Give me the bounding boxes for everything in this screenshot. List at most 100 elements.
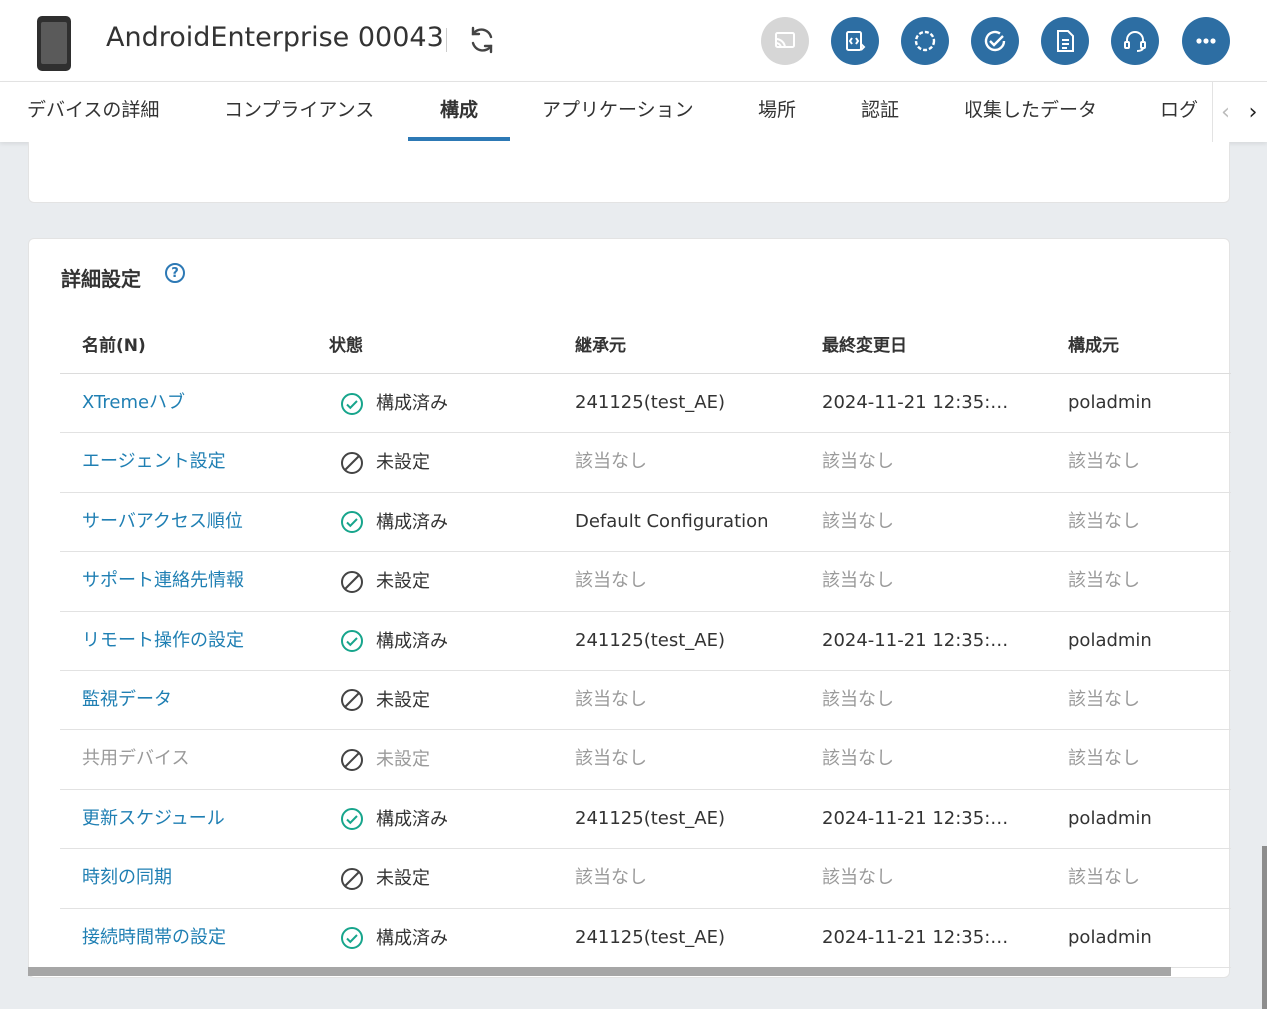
tab-authentication[interactable]: 認証	[861, 82, 899, 142]
not-configured-icon	[341, 748, 363, 771]
status-label: 未設定	[376, 571, 430, 593]
not-configured-icon	[341, 451, 363, 474]
remote-script-button[interactable]	[831, 17, 879, 65]
setting-name-link[interactable]: サーバアクセス順位	[82, 493, 243, 552]
setting-name-link: 共用デバイス	[82, 748, 190, 770]
status-cell: 構成済み	[340, 374, 448, 433]
table-row: サーバアクセス順位 構成済み Default Configuration 該当なし 該当…	[60, 493, 1231, 553]
tab-scroll-left-icon[interactable]: ‹	[1212, 82, 1238, 142]
settings-table: 名前(N) 状態 継承元 最終変更日 構成元 XTremeハブ 構成済み 24112…	[60, 313, 1231, 968]
status-label: 未設定	[376, 749, 430, 771]
tab-device-details[interactable]: デバイスの詳細	[27, 82, 159, 142]
setting-name-link[interactable]: エージェント設定	[82, 433, 226, 492]
configured-by-cell: 該当なし	[1068, 688, 1140, 710]
support-icon	[1124, 31, 1146, 52]
status-cell: 未設定	[340, 849, 430, 908]
vertical-scrollbar[interactable]	[1262, 846, 1267, 1009]
tab-collected-data[interactable]: 収集したデータ	[964, 82, 1097, 142]
setting-name-link[interactable]: 監視データ	[82, 671, 172, 730]
column-header-status[interactable]: 状態	[329, 331, 363, 356]
table-row: 時刻の同期 未設定 該当なし 該当なし 該当なし	[60, 849, 1231, 909]
horizontal-scrollbar[interactable]	[28, 967, 1171, 976]
status-cell: 構成済み	[340, 493, 448, 552]
column-header-name[interactable]: 名前(N)	[82, 331, 146, 356]
configured-check-icon	[341, 392, 363, 415]
device-title: AndroidEnterprise 00043	[106, 22, 444, 53]
status-label: 構成済み	[376, 511, 448, 533]
tab-log[interactable]: ログ	[1160, 82, 1198, 142]
setting-name-link[interactable]: 更新スケジュール	[82, 790, 225, 849]
inherited-from-cell: 241125(test_AE)	[575, 807, 726, 829]
setting-name-link[interactable]: リモート操作の設定	[82, 612, 244, 671]
last-modified-cell: 2024-11-21 12:35:…	[822, 926, 1009, 948]
column-header-inherited[interactable]: 継承元	[575, 331, 626, 356]
inherited-from-cell: 該当なし	[575, 451, 647, 473]
table-row: 更新スケジュール 構成済み 241125(test_AE) 2024-11-21 12…	[60, 790, 1231, 850]
more-button[interactable]	[1182, 17, 1230, 65]
setting-name-link[interactable]: XTremeハブ	[82, 374, 185, 433]
tab-configuration[interactable]: 構成	[440, 82, 478, 142]
status-cell: 未設定	[340, 730, 430, 789]
sync-button[interactable]	[901, 17, 949, 65]
inherited-from-cell: 241125(test_AE)	[575, 926, 726, 948]
table-row: リモート操作の設定 構成済み 241125(test_AE) 2024-11-21 1…	[60, 612, 1231, 671]
last-modified-cell: 2024-11-21 12:35:…	[822, 807, 1009, 829]
status-label: 未設定	[376, 689, 430, 711]
table-row: サポート連絡先情報 未設定 該当なし 該当なし 該当なし	[60, 552, 1231, 612]
document-icon	[1057, 30, 1074, 52]
title-divider	[446, 28, 447, 52]
configured-by-cell: 該当なし	[1068, 510, 1140, 532]
setting-name-link[interactable]: 接続時間帯の設定	[82, 909, 226, 968]
section-title: 詳細設定	[61, 267, 141, 291]
not-configured-icon	[341, 689, 363, 712]
not-configured-icon	[341, 570, 363, 593]
table-body: XTremeハブ 構成済み 241125(test_AE) 2024-11-21 12…	[60, 374, 1231, 968]
inherited-from-cell: 241125(test_AE)	[575, 392, 726, 413]
last-modified-cell: 該当なし	[822, 867, 894, 889]
remote-script-icon	[846, 31, 866, 51]
advanced-settings-card: 詳細設定 ? 名前(N) 状態 継承元 最終変更日 構成元 XTremeハブ構成…	[28, 238, 1231, 978]
configured-by-cell: poladmin	[1068, 392, 1152, 413]
tab-location[interactable]: 場所	[758, 82, 796, 142]
status-label: 構成済み	[376, 927, 448, 949]
inherited-from-cell: 241125(test_AE)	[575, 629, 726, 651]
tab-applications[interactable]: アプリケーション	[542, 82, 694, 142]
document-button[interactable]	[1041, 17, 1089, 65]
setting-name-link[interactable]: サポート連絡先情報	[82, 552, 244, 611]
compliance-check-button[interactable]	[971, 17, 1019, 65]
cast-icon	[775, 32, 795, 49]
configured-check-icon	[341, 927, 363, 950]
status-cell: 未設定	[340, 552, 430, 611]
refresh-icon[interactable]	[466, 24, 498, 56]
configured-check-icon	[341, 511, 363, 534]
inherited-from-cell: Default Configuration	[575, 510, 769, 532]
inherited-from-cell: 該当なし	[575, 570, 647, 592]
tab-bar: デバイスの詳細 コンプライアンス 構成 アプリケーション 場所 認証 収集したデ…	[0, 82, 1267, 142]
configured-by-cell: 該当なし	[1068, 748, 1140, 770]
column-header-configured-by[interactable]: 構成元	[1068, 331, 1119, 356]
column-header-modified[interactable]: 最終変更日	[822, 331, 907, 356]
table-row: 接続時間帯の設定 構成済み 241125(test_AE) 2024-11-21 12…	[60, 909, 1231, 968]
last-modified-cell: 2024-11-21 12:35:…	[822, 629, 1009, 651]
help-icon[interactable]: ?	[165, 263, 185, 283]
previous-section-card	[28, 142, 1230, 203]
phone-icon	[37, 16, 71, 71]
inherited-from-cell: 該当なし	[575, 688, 647, 710]
tab-compliance[interactable]: コンプライアンス	[224, 82, 374, 142]
configured-by-cell: poladmin	[1068, 807, 1152, 829]
status-cell: 未設定	[340, 671, 430, 730]
configured-by-cell: 該当なし	[1068, 451, 1140, 473]
configured-by-cell: 該当なし	[1068, 570, 1140, 592]
support-button[interactable]	[1111, 17, 1159, 65]
setting-name-link[interactable]: 時刻の同期	[82, 849, 172, 908]
last-modified-cell: 該当なし	[822, 510, 894, 532]
status-label: 構成済み	[376, 393, 448, 414]
cast-button[interactable]	[761, 17, 809, 65]
last-modified-cell: 該当なし	[822, 451, 894, 473]
tab-scroll-right-icon[interactable]: ›	[1240, 82, 1266, 142]
status-cell: 構成済み	[340, 612, 448, 671]
status-label: 構成済み	[376, 630, 448, 652]
active-tab-indicator	[408, 137, 510, 141]
not-configured-icon	[341, 867, 363, 890]
configured-by-cell: 該当なし	[1068, 867, 1140, 889]
